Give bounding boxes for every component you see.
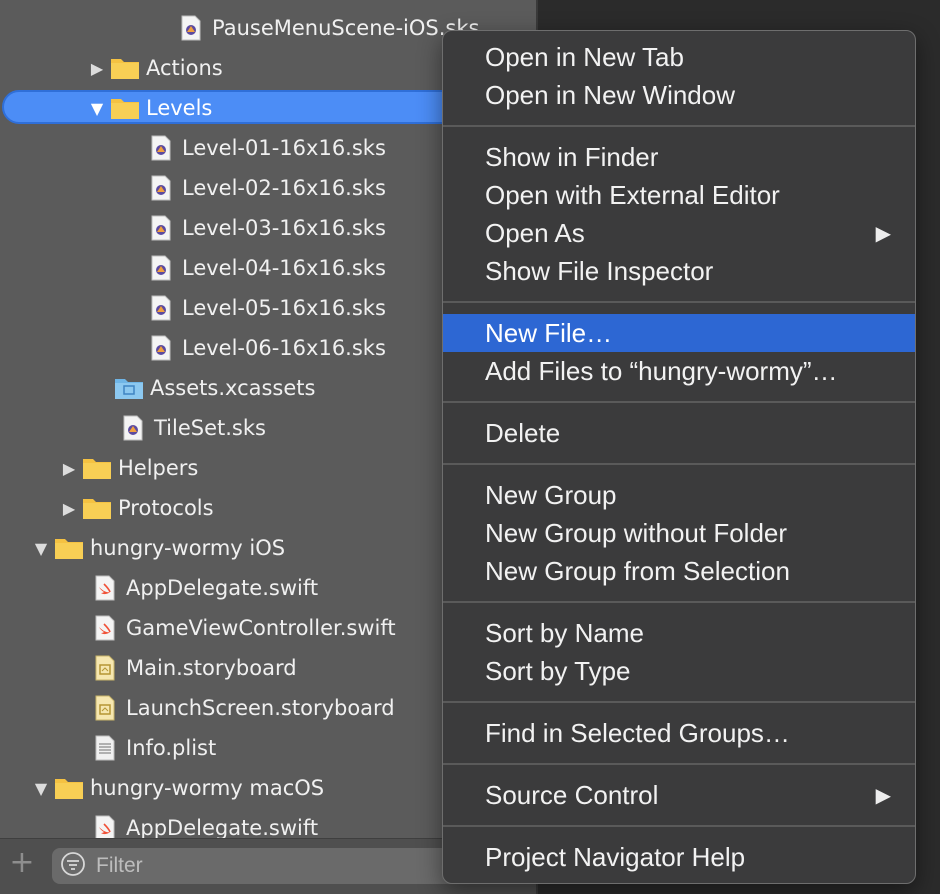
folder-icon: [54, 534, 84, 562]
disclosure-collapsed-icon[interactable]: ▶: [60, 499, 78, 518]
tree-row-label: Level-06-16x16.sks: [182, 336, 386, 360]
menu-separator: [443, 701, 915, 703]
tree-row-label: PauseMenuScene-iOS.sks: [212, 16, 480, 40]
tree-row-label: Level-01-16x16.sks: [182, 136, 386, 160]
spritekit-file-icon: [118, 414, 148, 442]
spritekit-file-icon: [146, 254, 176, 282]
spritekit-file-icon: [146, 214, 176, 242]
spritekit-file-icon: [146, 174, 176, 202]
menu-item-sort-by-type[interactable]: Sort by Type: [443, 652, 915, 690]
disclosure-collapsed-icon[interactable]: ▶: [60, 459, 78, 478]
tree-row-label: Level-02-16x16.sks: [182, 176, 386, 200]
folder-icon: [82, 454, 112, 482]
disclosure-expanded-icon[interactable]: ▼: [32, 779, 50, 798]
plist-file-icon: [90, 734, 120, 762]
swift-file-icon: [90, 574, 120, 602]
menu-item-delete[interactable]: Delete: [443, 414, 915, 452]
menu-item-new-file[interactable]: New File…: [443, 314, 915, 352]
tree-row-label: Actions: [146, 56, 223, 80]
menu-separator: [443, 125, 915, 127]
submenu-arrow-icon: ▶: [875, 785, 891, 807]
tree-row-label: Level-04-16x16.sks: [182, 256, 386, 280]
tree-row-label: Assets.xcassets: [150, 376, 316, 400]
menu-item-source-control[interactable]: Source Control ▶: [443, 776, 915, 814]
menu-separator: [443, 763, 915, 765]
menu-item-open-as[interactable]: Open As ▶: [443, 214, 915, 252]
menu-separator: [443, 301, 915, 303]
tree-row-label: Level-05-16x16.sks: [182, 296, 386, 320]
menu-separator: [443, 463, 915, 465]
menu-item-sort-by-name[interactable]: Sort by Name: [443, 614, 915, 652]
menu-item-project-navigator-help[interactable]: Project Navigator Help: [443, 838, 915, 876]
spritekit-file-icon: [146, 294, 176, 322]
spritekit-file-icon: [146, 134, 176, 162]
folder-icon: [54, 774, 84, 802]
spritekit-file-icon: [146, 334, 176, 362]
add-icon[interactable]: +: [8, 848, 36, 878]
menu-item-find-in-selected-groups[interactable]: Find in Selected Groups…: [443, 714, 915, 752]
menu-item-new-group-without-folder[interactable]: New Group without Folder: [443, 514, 915, 552]
menu-separator: [443, 825, 915, 827]
folder-icon: [82, 494, 112, 522]
tree-row-label: Level-03-16x16.sks: [182, 216, 386, 240]
spritekit-file-icon: [176, 14, 206, 42]
menu-item-show-file-inspector[interactable]: Show File Inspector: [443, 252, 915, 290]
menu-item-new-group[interactable]: New Group: [443, 476, 915, 514]
tree-row-label: GameViewController.swift: [126, 616, 396, 640]
filter-icon: [60, 851, 86, 881]
asset-catalog-icon: [114, 374, 144, 402]
disclosure-expanded-icon[interactable]: ▼: [32, 539, 50, 558]
filter-input[interactable]: [94, 853, 418, 879]
tree-row-label: TileSet.sks: [154, 416, 266, 440]
submenu-arrow-icon: ▶: [875, 223, 891, 245]
menu-item-open-new-window[interactable]: Open in New Window: [443, 76, 915, 114]
menu-item-new-group-from-selection[interactable]: New Group from Selection: [443, 552, 915, 590]
storyboard-file-icon: [90, 654, 120, 682]
tree-row-label: Levels: [146, 96, 213, 120]
folder-icon: [110, 94, 140, 122]
context-menu: Open in New Tab Open in New Window Show …: [442, 30, 916, 884]
tree-row-label: hungry-wormy macOS: [90, 776, 325, 800]
tree-row-label: AppDelegate.swift: [126, 576, 319, 600]
menu-item-open-new-tab[interactable]: Open in New Tab: [443, 38, 915, 76]
menu-item-show-in-finder[interactable]: Show in Finder: [443, 138, 915, 176]
menu-item-open-external-editor[interactable]: Open with External Editor: [443, 176, 915, 214]
tree-row-label: Main.storyboard: [126, 656, 297, 680]
storyboard-file-icon: [90, 694, 120, 722]
menu-separator: [443, 401, 915, 403]
disclosure-expanded-icon[interactable]: ▼: [88, 99, 106, 118]
tree-row-label: Helpers: [118, 456, 199, 480]
menu-separator: [443, 601, 915, 603]
tree-row-label: Protocols: [118, 496, 214, 520]
tree-row-label: AppDelegate.swift: [126, 816, 319, 840]
tree-row-label: LaunchScreen.storyboard: [126, 696, 395, 720]
menu-item-add-files[interactable]: Add Files to “hungry-wormy”…: [443, 352, 915, 390]
disclosure-collapsed-icon[interactable]: ▶: [88, 59, 106, 78]
filter-field[interactable]: [52, 848, 472, 884]
swift-file-icon: [90, 614, 120, 642]
tree-row-label: Info.plist: [126, 736, 217, 760]
folder-icon: [110, 54, 140, 82]
tree-row-label: hungry-wormy iOS: [90, 536, 286, 560]
